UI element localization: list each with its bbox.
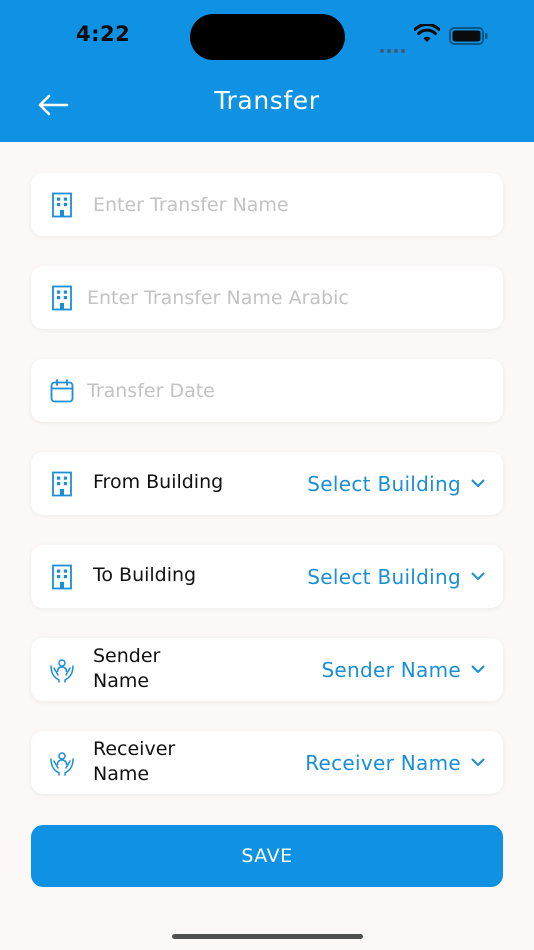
sender-name-field: Sender Name Sender Name (31, 638, 503, 701)
receiver-name-value: Receiver Name (305, 750, 461, 775)
sender-name-value: Sender Name (321, 657, 461, 682)
from-building-field: From Building Select Building (31, 452, 503, 515)
dynamic-island (190, 14, 345, 60)
receiver-label-line1: Receiver (93, 738, 176, 760)
to-building-label: To Building (93, 564, 197, 586)
chevron-down-icon (471, 758, 485, 766)
hands-person-icon (49, 656, 75, 684)
receiver-name-dropdown[interactable]: Receiver Name (305, 731, 485, 794)
app-header: 4:22 Transfer (0, 0, 534, 142)
from-building-label: From Building (93, 471, 224, 493)
building-icon (49, 284, 75, 312)
status-bar: 4:22 (0, 0, 534, 72)
sender-name-dropdown[interactable]: Sender Name (321, 638, 485, 701)
save-button[interactable]: SAVE (31, 825, 503, 887)
receiver-name-field: Receiver Name Receiver Name (31, 731, 503, 794)
transfer-name-arabic-field (31, 266, 503, 329)
receiver-name-label: Receiver Name (93, 737, 175, 787)
to-building-value: Select Building (307, 564, 461, 589)
battery-icon (449, 27, 488, 45)
to-building-field: To Building Select Building (31, 545, 503, 608)
building-icon (49, 563, 75, 591)
transfer-date-input[interactable] (87, 359, 487, 422)
home-indicator (172, 934, 363, 939)
chevron-down-icon (471, 479, 485, 487)
cellular-signal-icon (380, 38, 408, 57)
sender-label-line2: Name (93, 670, 150, 692)
transfer-name-input[interactable] (93, 173, 483, 236)
chevron-down-icon (471, 572, 485, 580)
calendar-icon (49, 377, 75, 405)
chevron-down-icon (471, 665, 485, 673)
from-building-value: Select Building (307, 471, 461, 496)
transfer-name-arabic-input[interactable] (87, 266, 487, 329)
transfer-name-field (31, 173, 503, 236)
transfer-date-field (31, 359, 503, 422)
hands-person-icon (49, 749, 75, 777)
receiver-label-line2: Name (93, 763, 150, 785)
wifi-icon (414, 24, 440, 42)
building-icon (49, 470, 75, 498)
status-time: 4:22 (76, 22, 131, 46)
sender-label-line1: Sender (93, 645, 161, 667)
to-building-dropdown[interactable]: Select Building (307, 545, 485, 608)
sender-name-label: Sender Name (93, 644, 160, 694)
page-title: Transfer (214, 86, 320, 115)
from-building-dropdown[interactable]: Select Building (307, 452, 485, 515)
building-icon (49, 191, 75, 219)
